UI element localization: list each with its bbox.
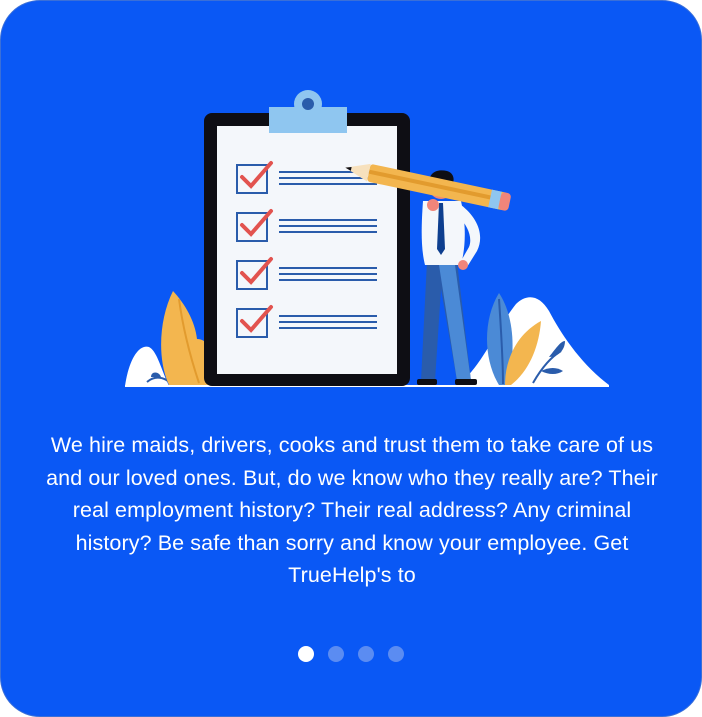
pagination-dot-4[interactable] — [388, 646, 404, 662]
pagination-dots — [1, 646, 701, 662]
onboarding-card: We hire maids, drivers, cooks and trust … — [0, 0, 702, 717]
pagination-dot-1[interactable] — [298, 646, 314, 662]
pagination-dot-3[interactable] — [358, 646, 374, 662]
onboarding-description: We hire maids, drivers, cooks and trust … — [46, 433, 658, 587]
checklist-illustration — [125, 90, 609, 387]
pagination-dot-2[interactable] — [328, 646, 344, 662]
